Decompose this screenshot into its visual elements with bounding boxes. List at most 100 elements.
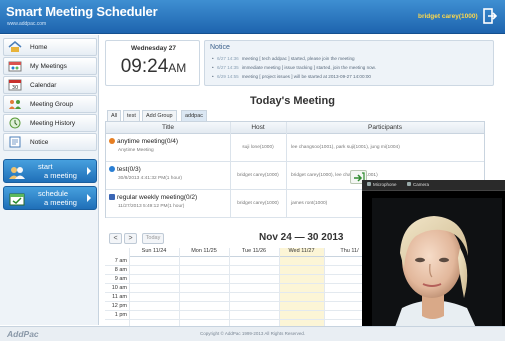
copyright-text: Copyright © AddPac 1999-2013 All Rights … [200, 331, 306, 336]
tab-test[interactable]: test [123, 110, 140, 121]
calendar-next-button[interactable]: > [124, 233, 137, 244]
group-icon [9, 100, 21, 109]
home-icon [8, 41, 22, 52]
meeting-title[interactable]: regular weekly meeting(0/2) [109, 194, 197, 201]
calendar-time-row[interactable]: 9 am [105, 275, 375, 284]
calendar-time-label: 11 am [112, 294, 127, 300]
schedule-meeting-button[interactable]: schedule a meeting [3, 186, 97, 210]
footer-logo: AddPac [7, 329, 39, 339]
calendar-time-label: 1 pm [114, 312, 127, 318]
start-meeting-button[interactable]: start a meeting [3, 159, 97, 183]
notice-item[interactable]: 6/27 14:35immediate meeting [ issue trac… [212, 65, 377, 70]
app-title: Smart Meeting Scheduler [6, 4, 158, 19]
meeting-subtitle: 30/8/2013 4:41:32 PM(1 hour) [118, 176, 183, 181]
sidebar-item-label: Notice [30, 139, 49, 146]
sidebar-item-my-meetings[interactable]: My Meetings [3, 57, 97, 75]
tab-addpac[interactable]: addpac [181, 110, 208, 121]
clock-time: 09:24AM [106, 56, 201, 78]
header-bar: Smart Meeting Scheduler www.addpac.com b… [0, 0, 505, 34]
meeting-type-icon [109, 138, 115, 144]
meeting-title[interactable]: anytime meeting(0/4) [109, 138, 178, 145]
calendar-time-row[interactable]: 1 pm [105, 311, 375, 320]
schedule-meeting-label-2: a meeting [44, 198, 77, 207]
notice-time: 6/27 14:35 [217, 65, 239, 70]
meeting-participants: james ront(1000) [291, 201, 328, 206]
notice-text: immediate meeting [ issue tracking ] sta… [241, 65, 377, 70]
calendar-time-row[interactable]: 10 am [105, 284, 375, 293]
app-subtitle: www.addpac.com [7, 21, 47, 27]
calendar-time-row[interactable]: 11 am [105, 293, 375, 302]
sidebar-item-label: My Meetings [30, 63, 67, 70]
meeting-host: bridget carey(1000) [237, 201, 279, 206]
history-icon [9, 117, 21, 129]
meeting-title[interactable]: test(0/3) [109, 166, 141, 173]
meeting-type-icon [109, 166, 115, 172]
clock-card: Wednesday 27 09:24AM [105, 40, 200, 86]
calendar-time-row[interactable]: 8 am [105, 266, 375, 275]
sidebar-item-label: Meeting History [30, 120, 76, 127]
sidebar: Home My Meetings 30 Calendar Meeting Gro… [0, 35, 99, 325]
calendar-week-grid: Sun 11/24 Mon 11/25 Tue 11/26 Wed 11/27 … [105, 248, 375, 326]
meeting-title-text: test(0/3) [117, 166, 141, 173]
microphone-label: Microphone [373, 182, 397, 187]
start-meeting-icon [9, 167, 25, 179]
svg-text:30: 30 [12, 85, 18, 91]
sidebar-item-home[interactable]: Home [3, 38, 97, 56]
meetings-icon [8, 61, 22, 72]
notice-time: 6/29 14:55 [217, 74, 239, 79]
calendar-prev-button[interactable]: < [109, 233, 122, 244]
logout-icon[interactable] [483, 8, 497, 24]
start-meeting-label-2: a meeting [44, 171, 77, 180]
calendar-day-header: Sun 11/24 [129, 248, 179, 257]
calendar-time-row[interactable]: 12 pm [105, 302, 375, 311]
tab-add-group[interactable]: Add Group [142, 110, 177, 121]
video-panel: Microphone Camera [362, 180, 505, 341]
meeting-title-text: anytime meeting(0/4) [117, 138, 179, 145]
sidebar-item-label: Calendar [30, 82, 57, 89]
calendar-time-label: 9 am [114, 276, 127, 282]
video-toolbar: Microphone Camera [362, 180, 505, 191]
notice-time: 6/27 14:36 [217, 56, 239, 61]
meeting-host: bridget carey(1000) [237, 173, 279, 178]
calendar-today-button[interactable]: Today [142, 233, 164, 244]
notice-text: meeting [ project issues ] will be start… [241, 74, 371, 79]
notice-title: Notice [210, 44, 230, 51]
clock-time-value: 09:24 [120, 56, 169, 77]
tab-all[interactable]: All [107, 110, 122, 121]
notice-item[interactable]: 6/27 14:36meeting [ tech addpac ] starte… [212, 56, 355, 61]
current-user[interactable]: bridget carey(1000) [418, 13, 478, 20]
todays-meeting-title: Today's Meeting [250, 95, 335, 107]
camera-button[interactable]: Camera [407, 182, 429, 189]
meeting-title-text: regular weekly meeting(0/2) [117, 194, 198, 201]
column-header-host: Host [230, 122, 286, 134]
notice-text: meeting [ tech addpac ] started, please … [241, 56, 355, 61]
table-row[interactable]: anytime meeting(0/4) Anytime Meeting suj… [106, 134, 484, 162]
video-feed [372, 198, 502, 341]
microphone-button[interactable]: Microphone [367, 182, 397, 189]
notice-icon [9, 136, 21, 148]
sidebar-item-calendar[interactable]: 30 Calendar [3, 76, 97, 94]
calendar-day-header: Mon 11/25 [179, 248, 229, 257]
app-window: Smart Meeting Scheduler www.addpac.com b… [0, 0, 505, 341]
calendar-time-row[interactable]: 7 am [105, 257, 375, 266]
column-header-title: Title [106, 122, 230, 134]
meeting-subtitle: Anytime Meeting [118, 148, 154, 153]
meeting-participants: lee changsoo(1001), park suji(1001), jun… [291, 145, 400, 150]
column-header-participants: Participants [286, 122, 484, 134]
sidebar-item-meeting-history[interactable]: Meeting History [3, 114, 97, 132]
calendar-range: Nov 24 — 30 2013 [259, 232, 344, 243]
sidebar-item-notice[interactable]: Notice [3, 133, 97, 151]
calendar-day-header: Wed 11/27 [279, 248, 324, 257]
start-meeting-label-1: start [38, 162, 53, 171]
notice-item[interactable]: 6/29 14:55meeting [ project issues ] wil… [212, 74, 371, 79]
clock-ampm: AM [168, 61, 187, 75]
calendar-time-label: 8 am [114, 267, 127, 273]
camera-label: Camera [413, 182, 430, 187]
sidebar-item-meeting-group[interactable]: Meeting Group [3, 95, 97, 113]
clock-date: Wednesday 27 [130, 45, 177, 52]
calendar-icon: 30 [8, 79, 22, 91]
calendar-time-label: 12 pm [111, 303, 127, 309]
schedule-meeting-label-1: schedule [38, 189, 69, 198]
meeting-host: suji lone(1000) [242, 145, 274, 150]
arrow-right-icon [87, 167, 91, 175]
